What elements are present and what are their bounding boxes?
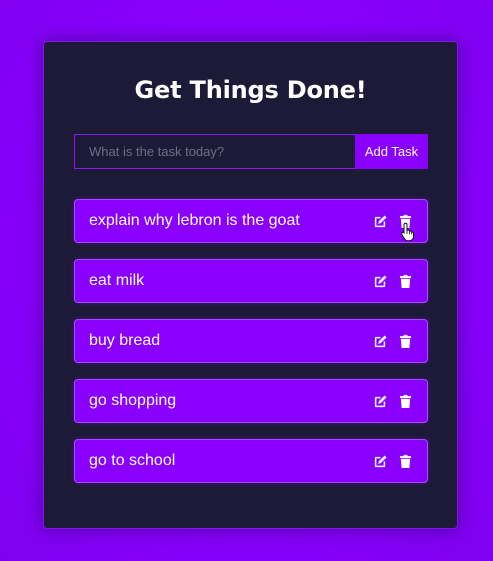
task-item: explain why lebron is the goat [74,199,428,243]
edit-icon[interactable] [373,334,388,349]
task-text[interactable]: go shopping [89,392,373,410]
task-item: go to school [74,439,428,483]
trash-icon[interactable] [398,394,413,409]
task-actions [373,454,413,469]
task-form: Add Task [74,134,428,169]
page-title: Get Things Done! [134,76,367,104]
task-list: explain why lebron is the goat eat milk [74,199,428,499]
task-item: go shopping [74,379,428,423]
hand-cursor-icon [401,222,414,242]
edit-icon[interactable] [373,214,388,229]
edit-icon[interactable] [373,274,388,289]
task-actions [373,334,413,349]
task-text[interactable]: explain why lebron is the goat [89,212,373,230]
task-item: eat milk [74,259,428,303]
task-item: buy bread [74,319,428,363]
add-task-button[interactable]: Add Task [355,134,428,169]
edit-icon[interactable] [373,454,388,469]
edit-icon[interactable] [373,394,388,409]
trash-icon[interactable] [398,274,413,289]
task-actions [373,274,413,289]
task-text[interactable]: go to school [89,452,373,470]
task-text[interactable]: eat milk [89,272,373,290]
trash-icon[interactable] [398,454,413,469]
trash-icon[interactable] [398,334,413,349]
task-text[interactable]: buy bread [89,332,373,350]
task-input[interactable] [74,134,355,169]
task-actions [373,394,413,409]
